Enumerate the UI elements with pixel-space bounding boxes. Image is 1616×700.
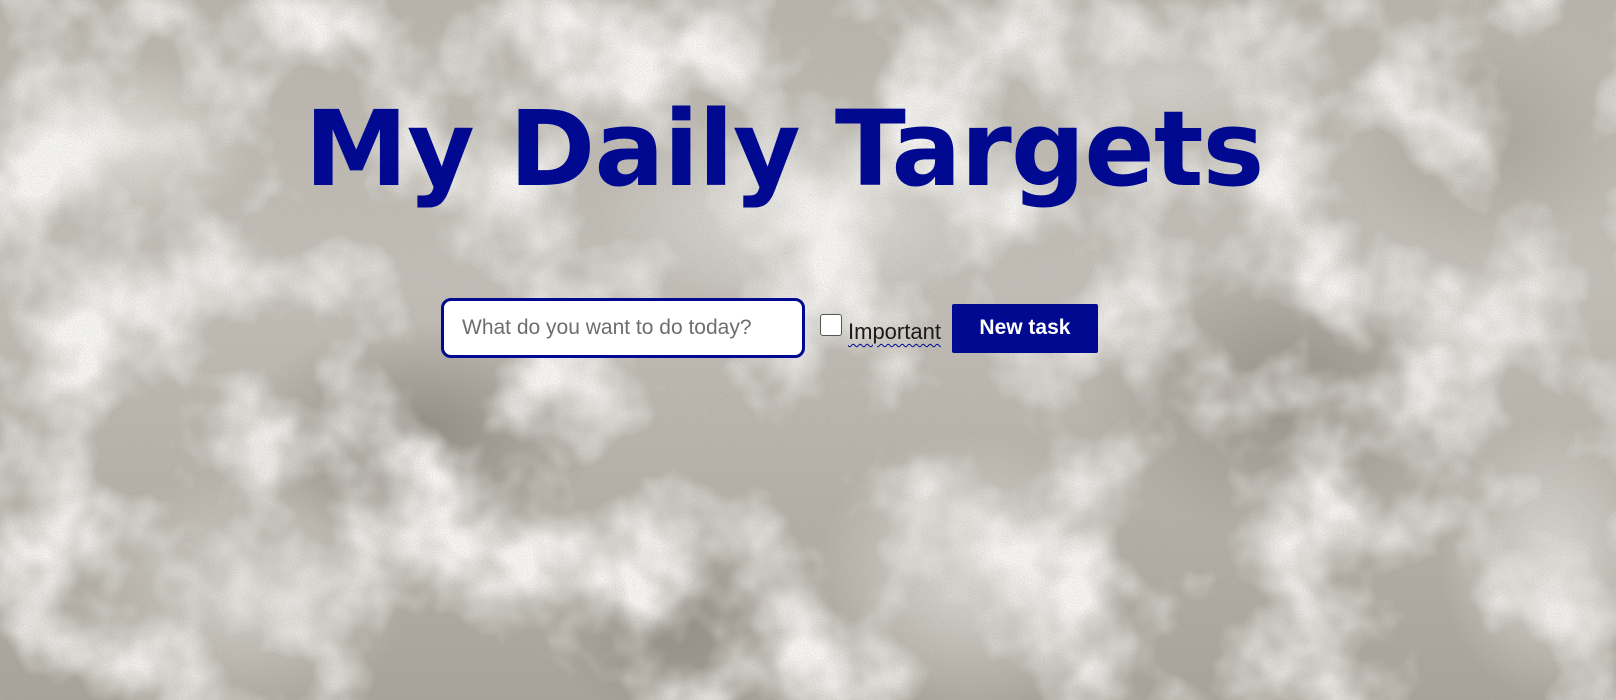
important-label[interactable]: Important [848,319,941,345]
important-checkbox[interactable] [820,314,842,336]
important-option: Important [820,298,941,358]
page-title: My Daily Targets [304,88,1265,210]
task-input[interactable] [441,298,805,358]
new-task-form: Important New task [441,298,1098,358]
new-task-button[interactable]: New task [951,303,1098,353]
